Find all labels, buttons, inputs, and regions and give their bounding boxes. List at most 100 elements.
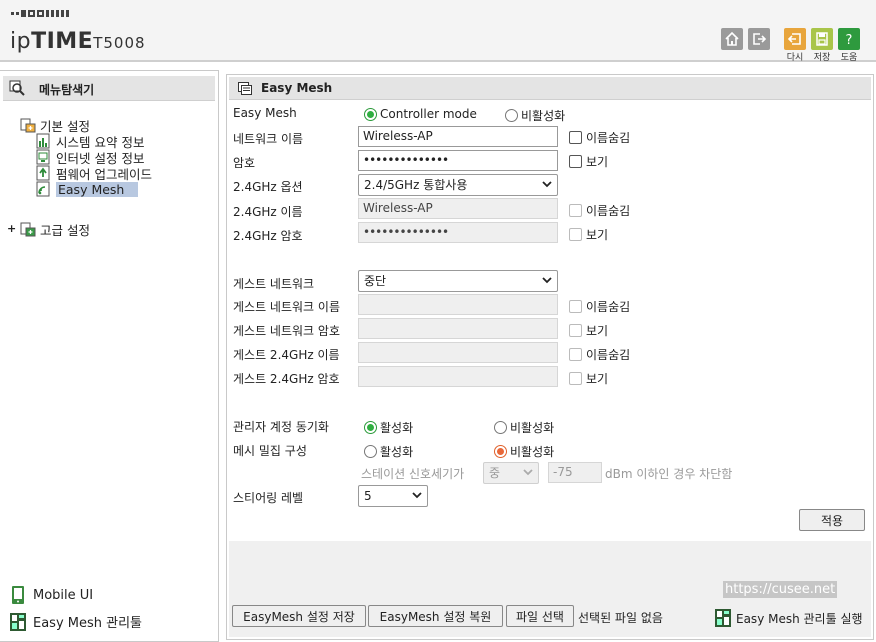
chevron-down-icon (412, 492, 422, 499)
restore-config-button[interactable]: EasyMesh 설정 복원 (368, 605, 503, 627)
chevron-down-icon (542, 277, 552, 284)
show-label: 보기 (586, 324, 609, 338)
tree-easy-mesh[interactable]: Easy Mesh (36, 181, 139, 197)
band-option-value: 2.4/5GHz 통합사용 (364, 178, 468, 192)
name24-input[interactable]: Wireless-AP (358, 198, 558, 219)
signal-strength-label: 스테이션 신호세기가 (361, 467, 465, 481)
guest-name-hide-checkbox[interactable]: 이름숨김 (569, 298, 630, 315)
home-button[interactable] (721, 28, 743, 50)
radio-unselected (505, 109, 518, 122)
logo-ip: ip (10, 29, 32, 54)
controller-mode-radio[interactable]: Controller mode (364, 107, 477, 121)
admin-sync-off-radio[interactable]: 비활성화 (494, 419, 554, 436)
pw24-show-checkbox[interactable]: 보기 (569, 226, 608, 243)
guest-network-select[interactable]: 중단 (358, 270, 558, 292)
back-button[interactable] (784, 28, 806, 50)
logo-dots (11, 10, 69, 17)
help-button[interactable]: ? (838, 28, 860, 50)
radio-selected (494, 445, 507, 458)
guest-pw24-show-checkbox[interactable]: 보기 (569, 370, 608, 387)
dbm-input[interactable]: -75 (548, 462, 602, 483)
tree-firmware-upgrade[interactable]: 펌웨어 업그레이드 (36, 165, 152, 182)
menu-explorer-title: 메뉴탐색기 (39, 83, 95, 97)
tree-advanced-settings[interactable]: 고급 설정 (20, 221, 90, 238)
show-label: 보기 (586, 372, 609, 386)
chevron-down-icon (523, 469, 533, 476)
help-icon: ? (846, 33, 853, 47)
guest-name-input[interactable] (358, 294, 558, 315)
tree-easy-mesh-label: Easy Mesh (56, 181, 139, 197)
hide-label: 이름숨김 (586, 348, 631, 362)
mesh-density-on-label: 활성화 (380, 445, 414, 459)
guest-network-label: 게스트 네트워크 (233, 277, 315, 291)
network-name-hide-checkbox[interactable]: 이름숨김 (569, 129, 630, 146)
mesh-wifi-icon (36, 181, 50, 197)
easymesh-disable-radio[interactable]: 비활성화 (505, 107, 565, 124)
pw24-label: 2.4GHz 암호 (233, 229, 303, 243)
signal-level-select[interactable]: 중 (483, 462, 539, 484)
guest-network-value: 중단 (364, 274, 387, 288)
home-icon (725, 31, 739, 46)
radio-selected (364, 107, 377, 121)
guest-name24-hide-checkbox[interactable]: 이름숨김 (569, 346, 630, 363)
easy-mesh-panel: Easy Mesh Easy Mesh Controller mode 비활성화… (226, 74, 874, 640)
back-icon (787, 33, 801, 45)
mesh-tool-icon (10, 612, 26, 631)
folder-gear-icon (20, 222, 36, 237)
tree-firmware-upgrade-label: 펌웨어 업그레이드 (56, 166, 152, 182)
mesh-density-off-radio[interactable]: 비활성화 (494, 443, 554, 460)
admin-sync-on-label: 활성화 (380, 421, 414, 435)
easy-mesh-tool-label: Easy Mesh 관리툴 (33, 616, 143, 631)
back-label: 다시 (786, 53, 804, 63)
name24-hide-checkbox[interactable]: 이름숨김 (569, 202, 630, 219)
file-select-button[interactable]: 파일 선택 (506, 605, 574, 627)
guest-name-label: 게스트 네트워크 이름 (233, 300, 340, 314)
guest-pw24-input[interactable] (358, 366, 558, 387)
monitor-icon (36, 149, 50, 165)
help-label: 도움 (840, 53, 858, 63)
password-label: 암호 (233, 156, 256, 170)
logo: ipTIMET5008 (10, 29, 146, 54)
guest-name24-input[interactable] (358, 342, 558, 363)
header: ipTIMET5008 다시 저장 ? 도움 (0, 0, 876, 63)
network-name-input[interactable]: Wireless-AP (358, 126, 558, 147)
mobile-ui-link[interactable]: Mobile UI (10, 586, 93, 604)
band-option-select[interactable]: 2.4/5GHz 통합사용 (358, 174, 558, 196)
window-icon (238, 82, 252, 95)
tree-advanced-settings-label: 고급 설정 (40, 222, 90, 238)
password-input[interactable]: •••••••••••••• (358, 150, 558, 171)
logo-time: TIME (31, 29, 94, 54)
folder-gear-icon (20, 118, 36, 133)
steering-level-select[interactable]: 5 (358, 485, 428, 507)
watermark: https://cusee.net (723, 581, 838, 598)
run-mesh-tool-label: Easy Mesh 관리툴 실행 (736, 611, 863, 626)
no-file-text: 선택된 파일 없음 (578, 611, 663, 625)
guest-pw-show-checkbox[interactable]: 보기 (569, 322, 608, 339)
apply-button[interactable]: 적용 (799, 509, 865, 531)
upgrade-icon (36, 165, 50, 181)
guest-pw24-label: 게스트 2.4GHz 암호 (233, 372, 340, 386)
easy-mesh-tool-link[interactable]: Easy Mesh 관리툴 (10, 612, 142, 631)
panel-title: Easy Mesh (261, 81, 333, 95)
admin-sync-label: 관리자 계정 동기화 (233, 420, 329, 434)
mesh-density-on-radio[interactable]: 활성화 (364, 443, 413, 460)
controller-mode-label: Controller mode (380, 107, 477, 121)
admin-sync-off-label: 비활성화 (510, 421, 555, 435)
svg-text:?: ? (846, 33, 853, 47)
easymesh-mode-label: Easy Mesh (233, 106, 297, 120)
run-mesh-tool-link[interactable]: Easy Mesh 관리툴 실행 (715, 609, 863, 627)
easymesh-disable-label: 비활성화 (521, 109, 566, 123)
admin-sync-on-radio[interactable]: 활성화 (364, 419, 413, 436)
save-config-button[interactable]: EasyMesh 설정 저장 (232, 605, 366, 627)
save-button[interactable] (811, 28, 833, 50)
password-show-checkbox[interactable]: 보기 (569, 153, 608, 170)
dbm-suffix: dBm 이하인 경우 차단함 (605, 467, 733, 481)
tree-expander[interactable]: + (7, 222, 16, 235)
chevron-down-icon (542, 181, 552, 188)
guest-name24-label: 게스트 2.4GHz 이름 (233, 348, 340, 362)
pw24-input[interactable]: •••••••••••••• (358, 222, 558, 243)
guest-pw-input[interactable] (358, 318, 558, 339)
radio-unselected (364, 445, 377, 458)
network-name-label: 네트워크 이름 (233, 132, 304, 146)
logout-button[interactable] (748, 28, 770, 50)
